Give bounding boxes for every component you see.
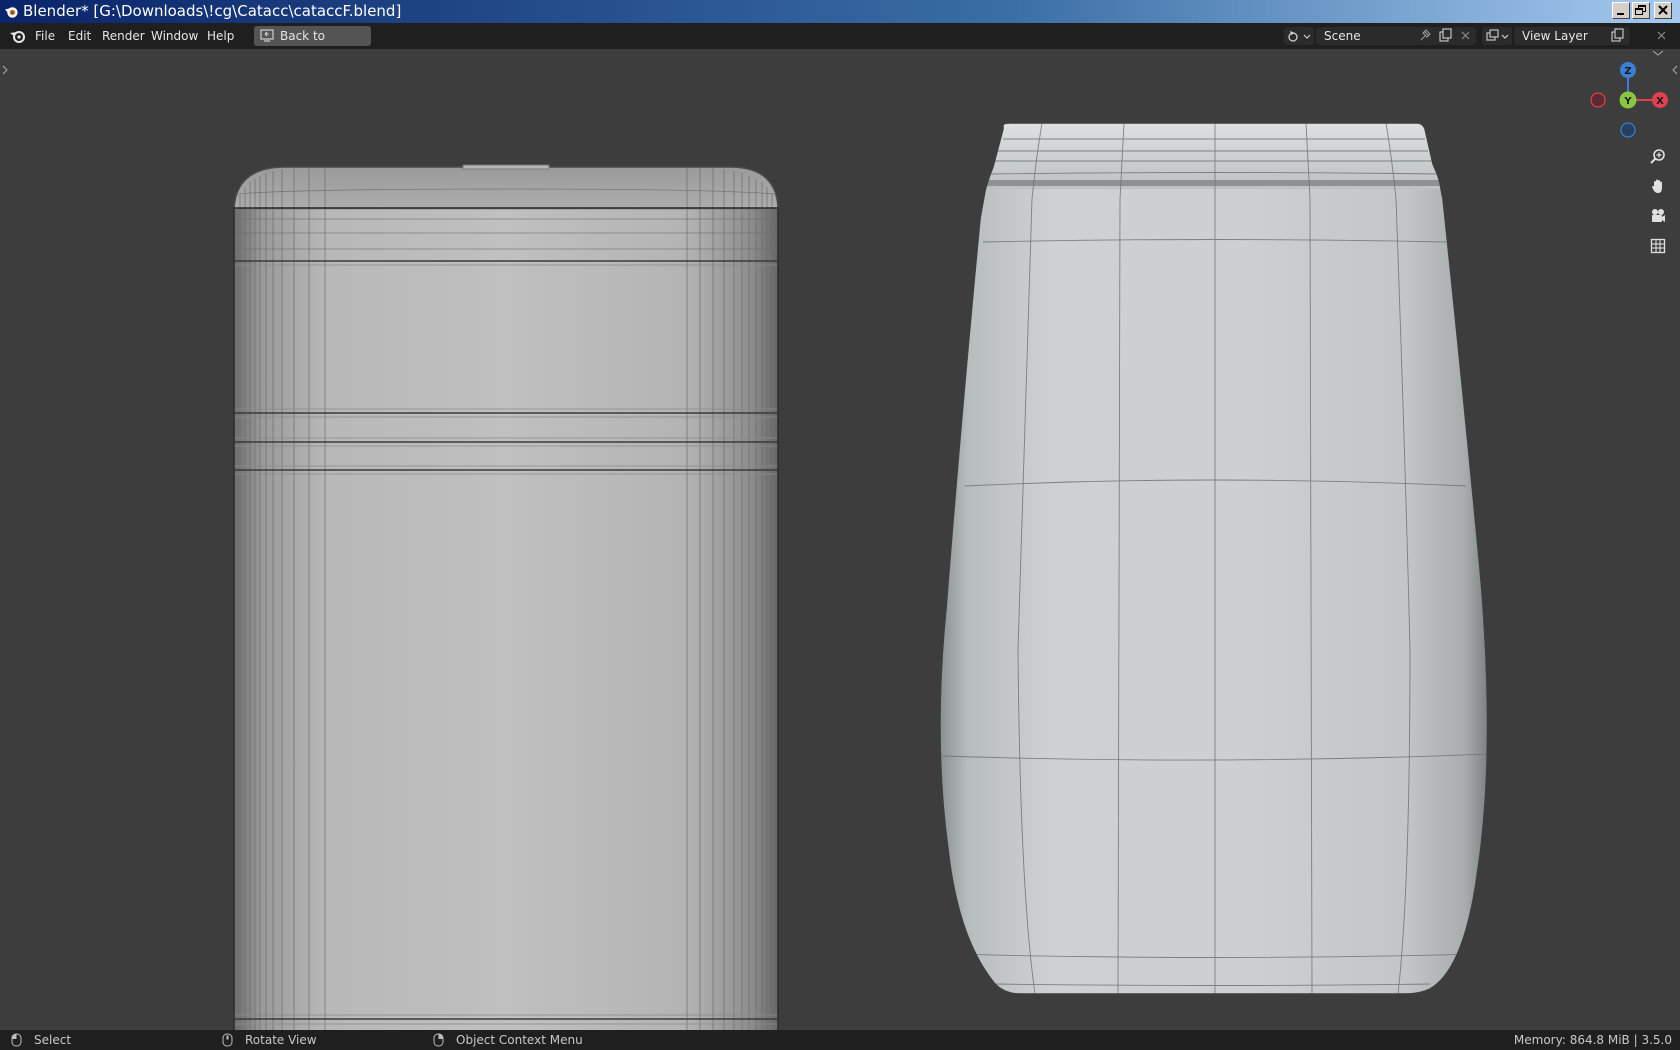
- gizmo-z-label: Z: [1624, 66, 1631, 77]
- status-bar: Select Rotate View Object Context Menu M…: [0, 1030, 1680, 1050]
- mouse-middle-icon: [222, 1033, 233, 1047]
- minimize-icon: [1617, 13, 1624, 15]
- minimize-button[interactable]: [1612, 2, 1630, 19]
- view-layer-icon: [1486, 29, 1509, 41]
- hand-icon: [1652, 179, 1662, 193]
- menu-render[interactable]: Render: [96, 23, 151, 49]
- close-button[interactable]: [1654, 2, 1672, 19]
- gizmo-neg-z-icon[interactable]: [1620, 122, 1636, 138]
- mouse-left-icon: [11, 1033, 22, 1047]
- menu-file[interactable]: File: [29, 23, 61, 49]
- close-icon: [1658, 5, 1668, 15]
- blender-logo-icon[interactable]: [9, 28, 26, 44]
- status-context-menu: Object Context Menu: [456, 1033, 583, 1047]
- pin-icon[interactable]: [1417, 27, 1433, 45]
- pan-button[interactable]: [1645, 173, 1671, 199]
- menu-edit[interactable]: Edit: [62, 23, 97, 49]
- gizmo-x-label: X: [1656, 96, 1664, 107]
- cylinder-mesh[interactable]: [233, 164, 779, 1030]
- scene-icon: [1288, 31, 1311, 42]
- zoom-icon: [1650, 149, 1665, 164]
- zoom-button[interactable]: [1645, 143, 1671, 169]
- delete-scene-icon[interactable]: [1458, 27, 1474, 45]
- bottle-mesh[interactable]: [939, 119, 1490, 995]
- delete-view-layer-icon[interactable]: [1654, 27, 1670, 45]
- scene-name: Scene: [1324, 29, 1361, 43]
- view-layer-name-field[interactable]: View Layer: [1514, 27, 1630, 45]
- view-layer-browse-button[interactable]: [1482, 27, 1512, 45]
- view-layer-name: View Layer: [1522, 29, 1588, 43]
- navigation-gizmo[interactable]: Z X Y: [1584, 55, 1676, 143]
- menu-help[interactable]: Help: [201, 23, 240, 49]
- viewport-canvas: [2, 50, 1678, 1030]
- blender-icon: [4, 7, 18, 18]
- grid-icon: [1650, 238, 1666, 254]
- mouse-right-icon: [433, 1033, 444, 1047]
- gizmo-y-label: Y: [1623, 96, 1632, 107]
- perspective-toggle-button[interactable]: [1645, 233, 1671, 259]
- back-to-previous-button[interactable]: Back to Previous: [254, 26, 371, 63]
- camera-icon: [1652, 209, 1665, 222]
- menu-window[interactable]: Window: [145, 23, 204, 49]
- screen-back-icon: [260, 29, 274, 42]
- gizmo-neg-x-icon[interactable]: [1590, 92, 1606, 108]
- camera-view-button[interactable]: [1645, 203, 1671, 229]
- new-view-layer-icon[interactable]: [1609, 27, 1625, 45]
- scene-browse-button[interactable]: [1284, 27, 1314, 45]
- status-select: Select: [34, 1033, 72, 1047]
- status-rotate-view: Rotate View: [245, 1033, 317, 1047]
- top-menu-bar: File Edit Render Window Help Back to Pre…: [0, 23, 1680, 63]
- window-title: Blender* [G:\Downloads\!cg\Catacc\catacc…: [23, 2, 402, 20]
- status-memory: Memory: 864.8 MiB | 3.5.0: [1513, 1033, 1672, 1047]
- scene-name-field[interactable]: Scene: [1316, 27, 1476, 45]
- new-scene-icon[interactable]: [1437, 27, 1453, 45]
- window-title-bar[interactable]: Blender* [G:\Downloads\!cg\Catacc\catacc…: [0, 0, 1680, 23]
- 3d-viewport[interactable]: Z X Y: [0, 49, 1680, 1030]
- restore-button[interactable]: [1632, 2, 1650, 19]
- restore-icon: [1635, 5, 1646, 15]
- toolbar-expand-arrow-icon[interactable]: [2, 65, 8, 75]
